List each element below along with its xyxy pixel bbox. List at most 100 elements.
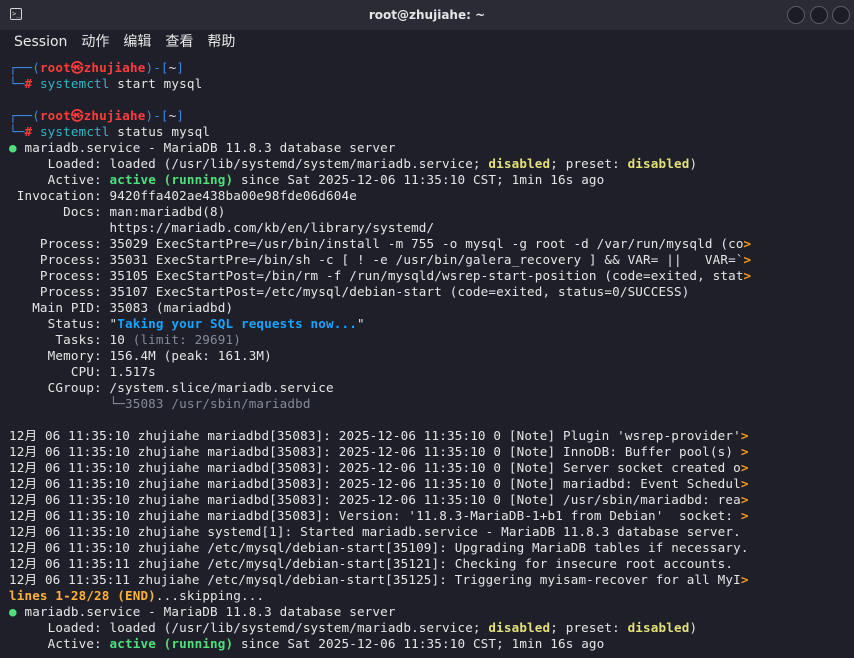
terminal-text: since Sat 2025-12-06 11:35:10 CST; 1min … [233,172,605,187]
terminal-text: root㉿zhujiahe [39,108,146,123]
title-bar[interactable]: >_ root@zhujiahe: ~ [0,0,854,30]
terminal-text: )-[ [145,108,169,123]
terminal-text: # [24,124,40,139]
terminal-text: ...skipping... [155,588,265,603]
terminal-line: Status: "Taking your SQL requests now...… [9,316,854,332]
terminal-text: disabled [627,156,690,171]
terminal-text: Process: 35105 ExecStartPost=/bin/rm -f … [9,268,744,283]
terminal-line: Invocation: 9420ffa402ae438ba00e98fde06d… [9,188,854,204]
terminal-line: Active: active (running) since Sat 2025-… [9,636,854,652]
terminal-text: ; preset: [550,620,628,635]
terminal-line: Process: 35107 ExecStartPost=/etc/mysql/… [9,284,854,300]
terminal-line: Tasks: 10 (limit: 29691) [9,332,854,348]
terminal-text: > [740,572,749,587]
terminal-line: 12月 06 11:35:11 zhujiahe /etc/mysql/debi… [9,572,854,588]
terminal-line: 12月 06 11:35:10 zhujiahe mariadbd[35083]… [9,428,854,444]
terminal-text: )-[ [145,60,169,75]
terminal-line: 12月 06 11:35:11 zhujiahe /etc/mysql/debi… [9,556,854,572]
menu-help[interactable]: 帮助 [207,30,235,54]
terminal-text: > [740,444,749,459]
terminal-text: > [740,476,749,491]
terminal-text: > [740,492,749,507]
terminal-window: >_ root@zhujiahe: ~ Session 动作 编辑 查看 帮助 … [0,0,854,658]
terminal-text: CPU: 1.517s [9,364,156,379]
terminal-text: 12月 06 11:35:10 zhujiahe mariadbd[35083]… [9,444,741,459]
terminal-text: Process: 35029 ExecStartPre=/usr/bin/ins… [9,236,744,251]
terminal-text: Loaded: loaded (/usr/lib/systemd/system/… [9,156,489,171]
terminal-text: ● [9,140,17,155]
terminal-text: disabled [488,156,551,171]
terminal-line: 12月 06 11:35:10 zhujiahe mariadbd[35083]… [9,460,854,476]
terminal-text: └─ [9,124,25,139]
terminal-text: Invocation: 9420ffa402ae438ba00e98fde06d… [9,188,357,203]
terminal-text: ) [689,620,698,635]
terminal-line: Main PID: 35083 (mariadbd) [9,300,854,316]
terminal-line: CGroup: /system.slice/mariadb.service [9,380,854,396]
terminal-text: root㉿zhujiahe [39,60,146,75]
terminal-line: Loaded: loaded (/usr/lib/systemd/system/… [9,156,854,172]
maximize-button[interactable] [810,6,828,24]
terminal-text: mariadb.service - MariaDB 11.8.3 databas… [16,604,396,619]
terminal-line: ┌──(root㉿zhujiahe)-[~] [9,60,854,76]
minimize-button[interactable] [787,6,805,24]
menu-view[interactable]: 查看 [165,30,193,54]
terminal-text: lines 1-28/28 (END) [9,588,156,603]
terminal-text: Active: [9,172,110,187]
terminal-text: disabled [627,620,690,635]
terminal-text: ┌──( [9,60,40,75]
terminal-line: 12月 06 11:35:10 zhujiahe /etc/mysql/debi… [9,540,854,556]
terminal-line: Loaded: loaded (/usr/lib/systemd/system/… [9,620,854,636]
terminal-text: active (running) [109,172,234,187]
terminal-text: Taking your SQL requests now... [117,316,357,331]
menu-edit[interactable]: 编辑 [123,30,151,54]
terminal-line: Process: 35105 ExecStartPost=/bin/rm -f … [9,268,854,284]
terminal-text: > [740,428,749,443]
terminal-text: " [356,316,365,331]
terminal-text: 12月 06 11:35:10 zhujiahe systemd[1]: Sta… [9,524,741,539]
close-button[interactable] [832,6,850,24]
terminal-text: disabled [488,620,551,635]
terminal-line: Memory: 156.4M (peak: 161.3M) [9,348,854,364]
terminal-line: CPU: 1.517s [9,364,854,380]
terminal-text: mariadb.service - MariaDB 11.8.3 databas… [16,140,396,155]
terminal-line: 12月 06 11:35:10 zhujiahe mariadbd[35083]… [9,476,854,492]
terminal-output[interactable]: ┌──(root㉿zhujiahe)-[~] └─# systemctl star… [9,60,854,658]
terminal-line: Process: 35029 ExecStartPre=/usr/bin/ins… [9,236,854,252]
terminal-text: Loaded: loaded (/usr/lib/systemd/system/… [9,620,489,635]
terminal-line: ┌──(root㉿zhujiahe)-[~] [9,108,854,124]
terminal-text: 12月 06 11:35:11 zhujiahe /etc/mysql/debi… [9,572,741,587]
terminal-text: > [743,268,752,283]
terminal-text: 12月 06 11:35:10 zhujiahe mariadbd[35083]… [9,460,741,475]
menu-action[interactable]: 动作 [81,30,109,54]
terminal-line: 12月 06 11:35:10 zhujiahe mariadbd[35083]… [9,492,854,508]
terminal-text: start mysql [109,76,203,91]
terminal-text: Process: 35107 ExecStartPost=/etc/mysql/… [9,284,690,299]
terminal-text: active (running) [109,636,234,651]
terminal-text: CGroup: /system.slice/mariadb.service [9,380,334,395]
terminal-text: > [740,508,749,523]
terminal-text: 12月 06 11:35:10 zhujiahe mariadbd[35083]… [9,428,741,443]
terminal-text: since Sat 2025-12-06 11:35:10 CST; 1min … [233,636,605,651]
terminal-line: ● mariadb.service - MariaDB 11.8.3 datab… [9,604,854,620]
terminal-text: systemctl [39,76,110,91]
terminal-line: Docs: man:mariadbd(8) [9,204,854,220]
terminal-text: status mysql [109,124,211,139]
terminal-text: Memory: 156.4M (peak: 161.3M) [9,348,272,363]
menu-session[interactable]: Session [14,30,67,54]
terminal-text: 12月 06 11:35:10 zhujiahe mariadbd[35083]… [9,508,741,523]
terminal-line: 12月 06 11:35:10 zhujiahe mariadbd[35083]… [9,508,854,524]
terminal-line: └─# systemctl status mysql [9,124,854,140]
terminal-text: 12月 06 11:35:10 zhujiahe /etc/mysql/debi… [9,540,749,555]
terminal-text: ] [176,108,185,123]
terminal-line: Process: 35031 ExecStartPre=/bin/sh -c [… [9,252,854,268]
menu-bar: Session 动作 编辑 查看 帮助 [0,30,854,54]
terminal-text: Main PID: 35083 (mariadbd) [9,300,234,315]
terminal-text: Active: [9,636,110,651]
terminal-line: ● mariadb.service - MariaDB 11.8.3 datab… [9,140,854,156]
terminal-text: Docs: man:mariadbd(8) [9,204,226,219]
window-title: root@zhujiahe: ~ [368,8,486,22]
terminal-line: └─35083 /usr/sbin/mariadbd [9,396,854,412]
terminal-text: Status: " [9,316,118,331]
